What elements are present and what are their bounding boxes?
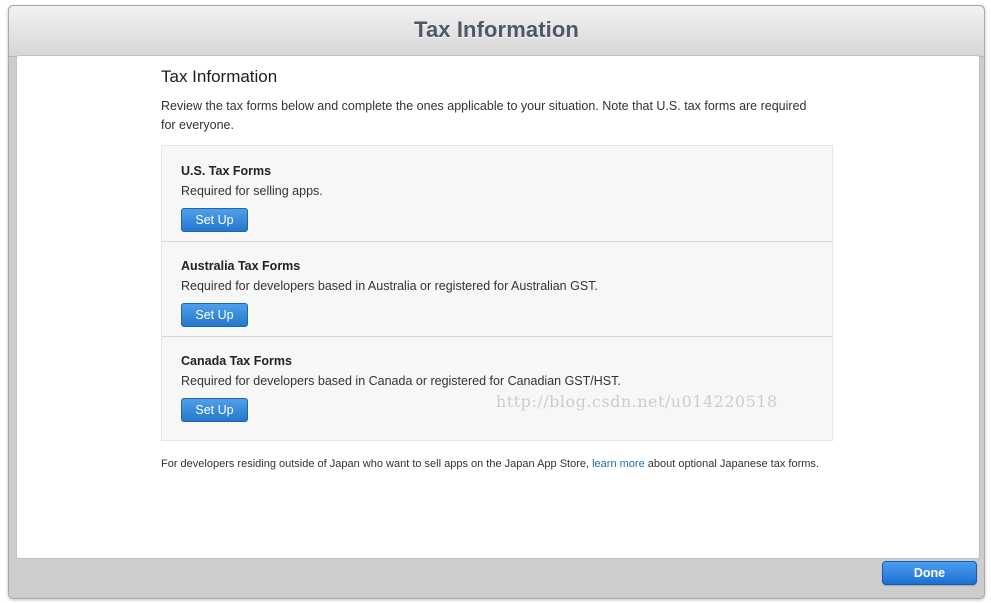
form-description: Required for selling apps. <box>181 184 323 198</box>
content-panel: Tax Information Review the tax forms bel… <box>16 55 980 559</box>
note-text-before: For developers residing outside of Japan… <box>161 458 593 470</box>
page-heading: Tax Information <box>161 67 278 86</box>
australia-set-up-button[interactable]: Set Up <box>181 303 248 327</box>
done-button[interactable]: Done <box>882 561 977 585</box>
canada-tax-forms-section: Canada Tax Forms Required for developers… <box>162 336 832 432</box>
us-set-up-button[interactable]: Set Up <box>181 208 248 232</box>
canada-set-up-button[interactable]: Set Up <box>181 398 248 422</box>
form-title: U.S. Tax Forms <box>181 164 272 178</box>
window-titlebar: Tax Information <box>9 6 984 57</box>
form-title: Canada Tax Forms <box>181 354 292 368</box>
form-description: Required for developers based in Austral… <box>181 279 598 293</box>
tax-forms-list: U.S. Tax Forms Required for selling apps… <box>161 145 833 441</box>
learn-more-link[interactable]: learn more <box>592 458 645 470</box>
us-tax-forms-section: U.S. Tax Forms Required for selling apps… <box>162 146 832 241</box>
form-title: Australia Tax Forms <box>181 259 301 273</box>
note-text-after: about optional Japanese tax forms. <box>644 458 819 470</box>
japan-tax-note: For developers residing outside of Japan… <box>161 458 833 471</box>
window-title: Tax Information <box>414 17 579 42</box>
form-description: Required for developers based in Canada … <box>181 374 621 388</box>
australia-tax-forms-section: Australia Tax Forms Required for develop… <box>162 241 832 337</box>
tax-information-window: Tax Information Tax Information Review t… <box>8 5 985 599</box>
intro-text: Review the tax forms below and complete … <box>161 99 807 132</box>
